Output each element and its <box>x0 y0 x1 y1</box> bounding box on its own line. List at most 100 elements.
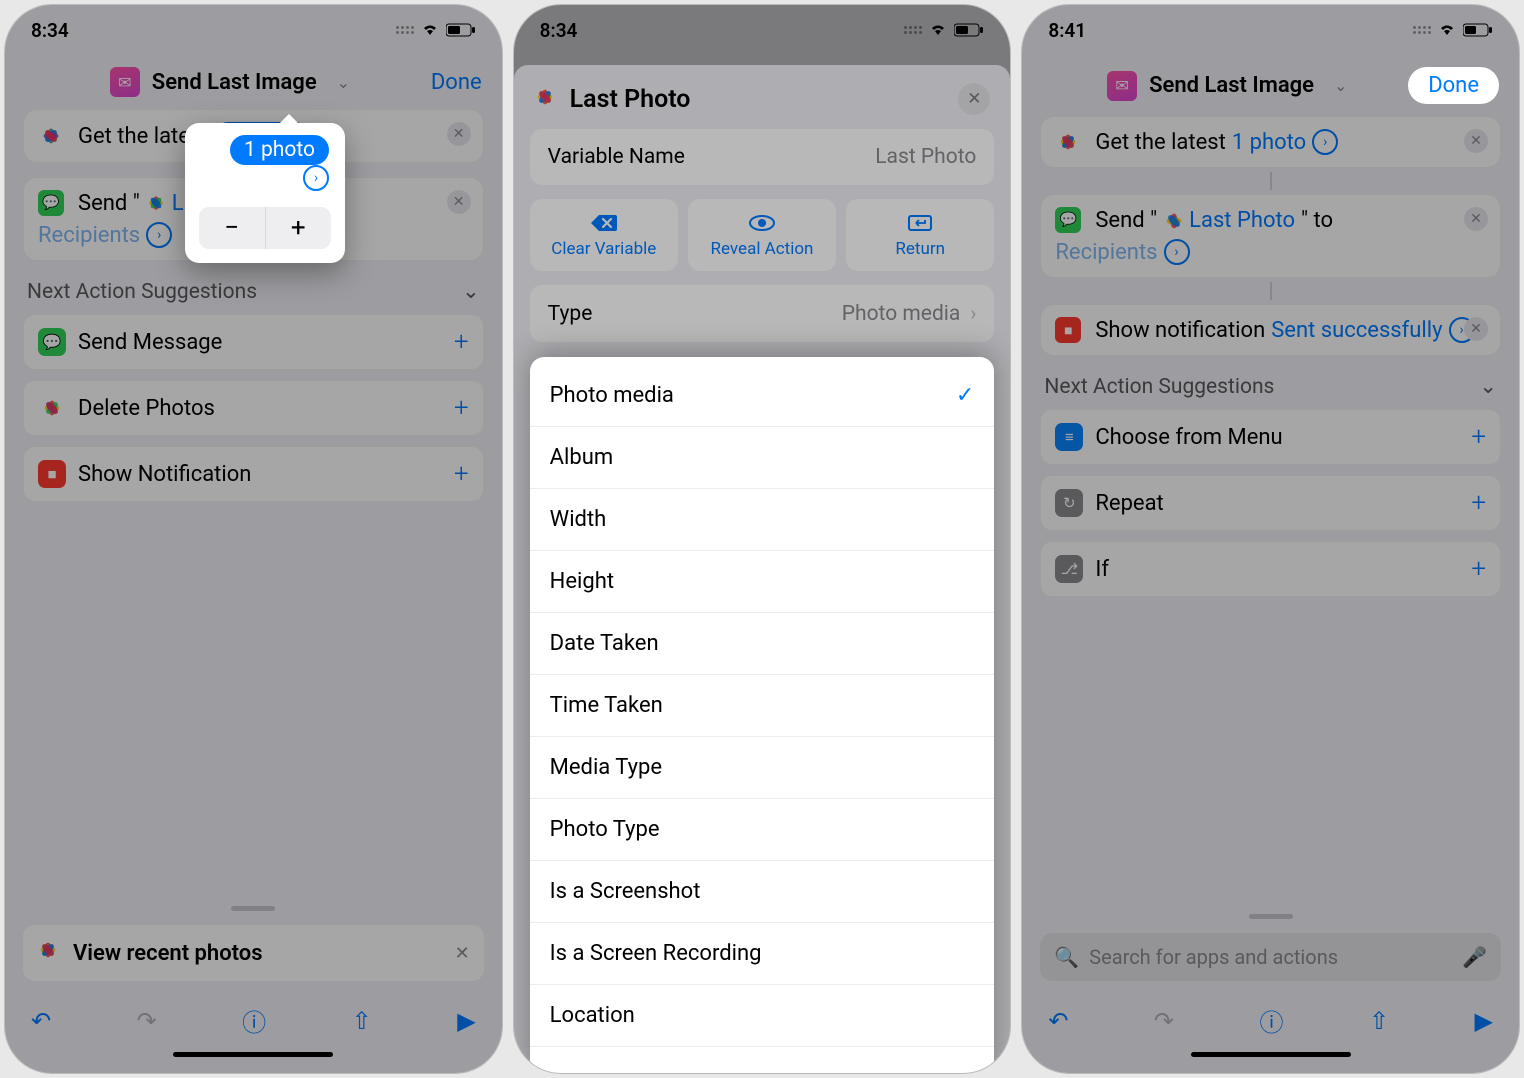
increment-button[interactable]: + <box>266 207 332 249</box>
type-row[interactable]: Type Photo media› <box>530 285 995 342</box>
reveal-action-button[interactable]: Reveal Action <box>688 199 836 271</box>
delete-action-button[interactable]: ✕ <box>1464 317 1488 341</box>
picker-option[interactable]: Is a Screenshot <box>530 861 995 923</box>
info-button[interactable]: ⓘ <box>1260 1003 1284 1038</box>
info-button[interactable]: ⓘ <box>242 1003 266 1038</box>
photos-app-icon <box>38 394 66 422</box>
share-button[interactable]: ⇧ <box>1369 1007 1389 1035</box>
suggestion-delete-photos[interactable]: Delete Photos + <box>23 380 484 436</box>
button-label: Return <box>895 239 945 259</box>
photos-mini-icon <box>1163 210 1183 230</box>
picker-option-label: Height <box>550 569 614 594</box>
undo-button[interactable]: ↶ <box>31 1007 51 1035</box>
search-field[interactable]: 🔍 Search for apps and actions 🎤 <box>1040 933 1501 981</box>
picker-option[interactable]: Photo media✓ <box>530 365 995 427</box>
redo-button: ↷ <box>1154 1007 1174 1035</box>
notification-icon: ■ <box>38 460 66 488</box>
suggestion-send-message[interactable]: 💬 Send Message + <box>23 314 484 370</box>
variable-token[interactable]: L <box>172 191 184 216</box>
recipients-field[interactable]: Recipients <box>38 223 140 248</box>
action-get-latest-photos[interactable]: Get the latest 1 photo › ✕ <box>1040 116 1501 168</box>
chevron-down-icon[interactable]: ⌄ <box>1334 76 1347 95</box>
photo-count-link[interactable]: 1 photo <box>1232 130 1306 155</box>
notification-text-link[interactable]: Sent successfully <box>1271 318 1442 343</box>
picker-option[interactable]: Date Taken <box>530 613 995 675</box>
type-picker: Photo media✓AlbumWidth Height Date TakenTi… <box>530 357 995 1073</box>
suggestion-choose-from-menu[interactable]: ≡ Choose from Menu + <box>1040 409 1501 465</box>
picker-option[interactable]: Width <box>530 489 995 551</box>
play-button[interactable]: ▶ <box>1475 1007 1493 1035</box>
delete-action-button[interactable]: ✕ <box>447 190 471 214</box>
search-icon: 🔍 <box>1054 945 1079 969</box>
expand-chevron-icon[interactable]: › <box>303 165 329 191</box>
share-button[interactable]: ⇧ <box>352 1007 372 1035</box>
suggestion-label: Delete Photos <box>78 396 215 421</box>
expand-chevron-icon[interactable]: › <box>146 222 172 248</box>
photo-count-pill[interactable]: 1 photo <box>230 135 329 165</box>
clear-variable-button[interactable]: Clear Variable <box>530 199 678 271</box>
picker-option[interactable]: Is a Screen Recording <box>530 923 995 985</box>
variable-name-value: Last Photo <box>875 145 976 169</box>
recipients-field[interactable]: Recipients <box>1055 240 1157 265</box>
home-indicator[interactable] <box>1191 1052 1351 1057</box>
variable-name-row[interactable]: Variable Name Last Photo <box>530 129 995 185</box>
shortcut-title[interactable]: Send Last Image <box>1149 73 1314 98</box>
close-button[interactable]: ✕ <box>958 83 990 115</box>
add-icon[interactable]: + <box>454 393 469 423</box>
chevron-down-icon[interactable]: ⌄ <box>337 73 350 92</box>
editor-header: ✉ Send Last Image ⌄ Done <box>1022 55 1519 116</box>
button-label: Reveal Action <box>711 239 814 259</box>
menu-icon: ≡ <box>1055 423 1083 451</box>
add-icon[interactable]: + <box>1471 554 1486 584</box>
action-text: " to <box>1301 208 1333 233</box>
action-show-notification[interactable]: ■ Show notification Sent successfully › … <box>1040 304 1501 356</box>
done-button[interactable]: Done <box>1408 67 1499 104</box>
chevron-down-icon: ⌄ <box>1479 374 1497 399</box>
type-label: Type <box>548 302 593 326</box>
messages-app-icon: 💬 <box>1055 207 1081 233</box>
suggestion-repeat[interactable]: ↻ Repeat + <box>1040 475 1501 531</box>
shortcut-title[interactable]: Send Last Image <box>152 70 317 95</box>
sheet-grabber[interactable] <box>1249 914 1293 919</box>
picker-option[interactable]: Album <box>530 427 995 489</box>
expand-chevron-icon[interactable]: › <box>1164 239 1190 265</box>
return-button[interactable]: Return <box>846 199 994 271</box>
close-icon[interactable]: ✕ <box>455 943 470 964</box>
dictation-icon[interactable]: 🎤 <box>1462 945 1487 969</box>
done-button[interactable]: Done <box>431 70 482 95</box>
suggestion-label: Show Notification <box>78 462 251 487</box>
play-button[interactable]: ▶ <box>457 1007 475 1035</box>
repeat-icon: ↻ <box>1055 489 1083 517</box>
add-icon[interactable]: + <box>1471 422 1486 452</box>
suggestions-header[interactable]: Next Action Suggestions ⌄ <box>1022 370 1519 409</box>
picker-option[interactable]: Photo Type <box>530 799 995 861</box>
add-icon[interactable]: + <box>454 327 469 357</box>
delete-action-button[interactable]: ✕ <box>1464 129 1488 153</box>
view-recent-label: View recent photos <box>73 941 263 966</box>
picker-option-label: Media Type <box>550 755 662 780</box>
delete-action-button[interactable]: ✕ <box>1464 207 1488 231</box>
shortcut-icon: ✉ <box>1107 71 1137 101</box>
add-icon[interactable]: + <box>454 459 469 489</box>
undo-button[interactable]: ↶ <box>1048 1007 1068 1035</box>
variable-token[interactable]: Last Photo <box>1189 208 1295 233</box>
photos-app-icon <box>37 939 59 967</box>
home-indicator[interactable] <box>173 1052 333 1057</box>
chevron-right-icon: › <box>970 301 976 325</box>
picker-option[interactable]: Media Type <box>530 737 995 799</box>
expand-chevron-icon[interactable]: › <box>1312 129 1338 155</box>
view-recent-photos-card[interactable]: View recent photos ✕ <box>23 925 484 981</box>
picker-option[interactable]: Location <box>530 985 995 1047</box>
decrement-button[interactable]: − <box>199 207 265 249</box>
sheet-grabber[interactable] <box>231 906 275 911</box>
suggestion-if[interactable]: ⎇ If + <box>1040 541 1501 597</box>
picker-option[interactable]: Time Taken <box>530 675 995 737</box>
action-send-message[interactable]: 💬 Send " Last Photo " to Recipients › ✕ <box>1040 194 1501 278</box>
delete-action-button[interactable]: ✕ <box>447 122 471 146</box>
suggestion-show-notification[interactable]: ■ Show Notification + <box>23 446 484 502</box>
variable-name-label: Variable Name <box>548 145 685 169</box>
photos-app-icon <box>38 123 64 149</box>
picker-option[interactable]: Height <box>530 551 995 613</box>
suggestions-header[interactable]: Next Action Suggestions ⌄ <box>5 275 502 314</box>
add-icon[interactable]: + <box>1471 488 1486 518</box>
